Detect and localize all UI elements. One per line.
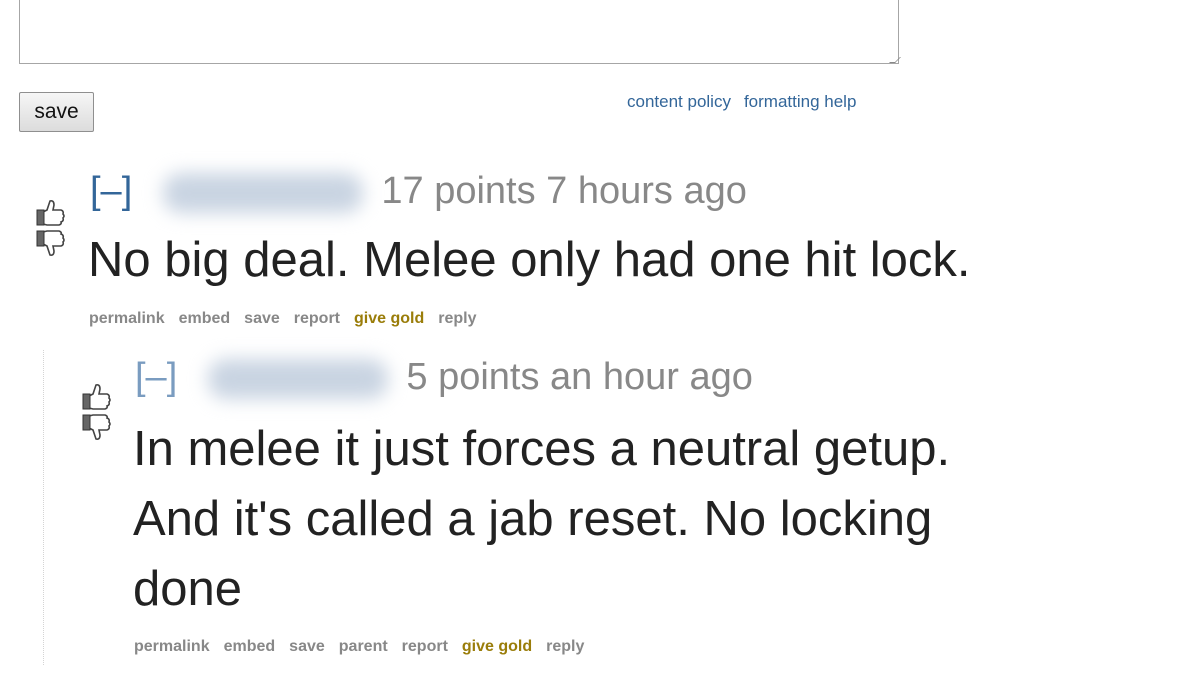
comment-body-line: In melee it just forces a neutral getup. bbox=[133, 422, 951, 476]
comment-body-line: And it's called a jab reset. No locking bbox=[133, 492, 933, 546]
content-policy-link[interactable]: content policy bbox=[627, 92, 731, 111]
collapse-toggle[interactable]: [–] bbox=[90, 170, 132, 212]
save-link[interactable]: save bbox=[289, 638, 325, 655]
thumbs-down-icon[interactable] bbox=[82, 414, 111, 440]
thumbs-up-icon[interactable] bbox=[36, 200, 65, 226]
thumbs-down-icon[interactable] bbox=[36, 230, 65, 256]
score: 17 points bbox=[381, 170, 536, 212]
embed-link[interactable]: embed bbox=[179, 310, 231, 327]
vote-arrows bbox=[79, 380, 115, 444]
author-link[interactable] bbox=[162, 172, 363, 213]
timestamp[interactable]: an hour ago bbox=[550, 356, 753, 398]
reply-textarea[interactable] bbox=[19, 0, 899, 64]
save-link[interactable]: save bbox=[244, 310, 280, 327]
comment-tagline: [–] 17 points 7 hours ago bbox=[90, 168, 747, 214]
thumbs-up-icon[interactable] bbox=[82, 384, 111, 410]
editor-help-links: content policy formatting help bbox=[627, 92, 856, 112]
permalink-link[interactable]: permalink bbox=[134, 638, 210, 655]
author-link[interactable] bbox=[207, 358, 388, 399]
comment-body-line: No big deal. Melee only had one hit lock… bbox=[88, 233, 971, 287]
comment-body: In melee it just forces a neutral getup.… bbox=[133, 414, 950, 624]
comment-tagline: [–] 5 points an hour ago bbox=[135, 354, 753, 400]
vote-arrows bbox=[33, 196, 69, 260]
report-link[interactable]: report bbox=[294, 310, 340, 327]
embed-link[interactable]: embed bbox=[224, 638, 276, 655]
comment-body-line: done bbox=[133, 562, 243, 616]
collapse-toggle[interactable]: [–] bbox=[135, 356, 177, 398]
parent-link[interactable]: parent bbox=[339, 638, 388, 655]
score: 5 points bbox=[406, 356, 540, 398]
give-gold-link[interactable]: give gold bbox=[354, 310, 424, 327]
reply-link[interactable]: reply bbox=[438, 310, 476, 327]
save-button[interactable]: save bbox=[19, 92, 94, 132]
comment-actions: permalink embed save report give gold reply bbox=[89, 310, 490, 328]
give-gold-link[interactable]: give gold bbox=[462, 638, 532, 655]
comment-body: No big deal. Melee only had one hit lock… bbox=[88, 228, 971, 292]
formatting-help-link[interactable]: formatting help bbox=[744, 92, 856, 111]
report-link[interactable]: report bbox=[402, 638, 448, 655]
permalink-link[interactable]: permalink bbox=[89, 310, 165, 327]
comment-actions: permalink embed save parent report give gold r… bbox=[134, 638, 598, 656]
reply-link[interactable]: reply bbox=[546, 638, 584, 655]
timestamp[interactable]: 7 hours ago bbox=[546, 170, 747, 212]
child-thread-line[interactable] bbox=[43, 350, 44, 665]
